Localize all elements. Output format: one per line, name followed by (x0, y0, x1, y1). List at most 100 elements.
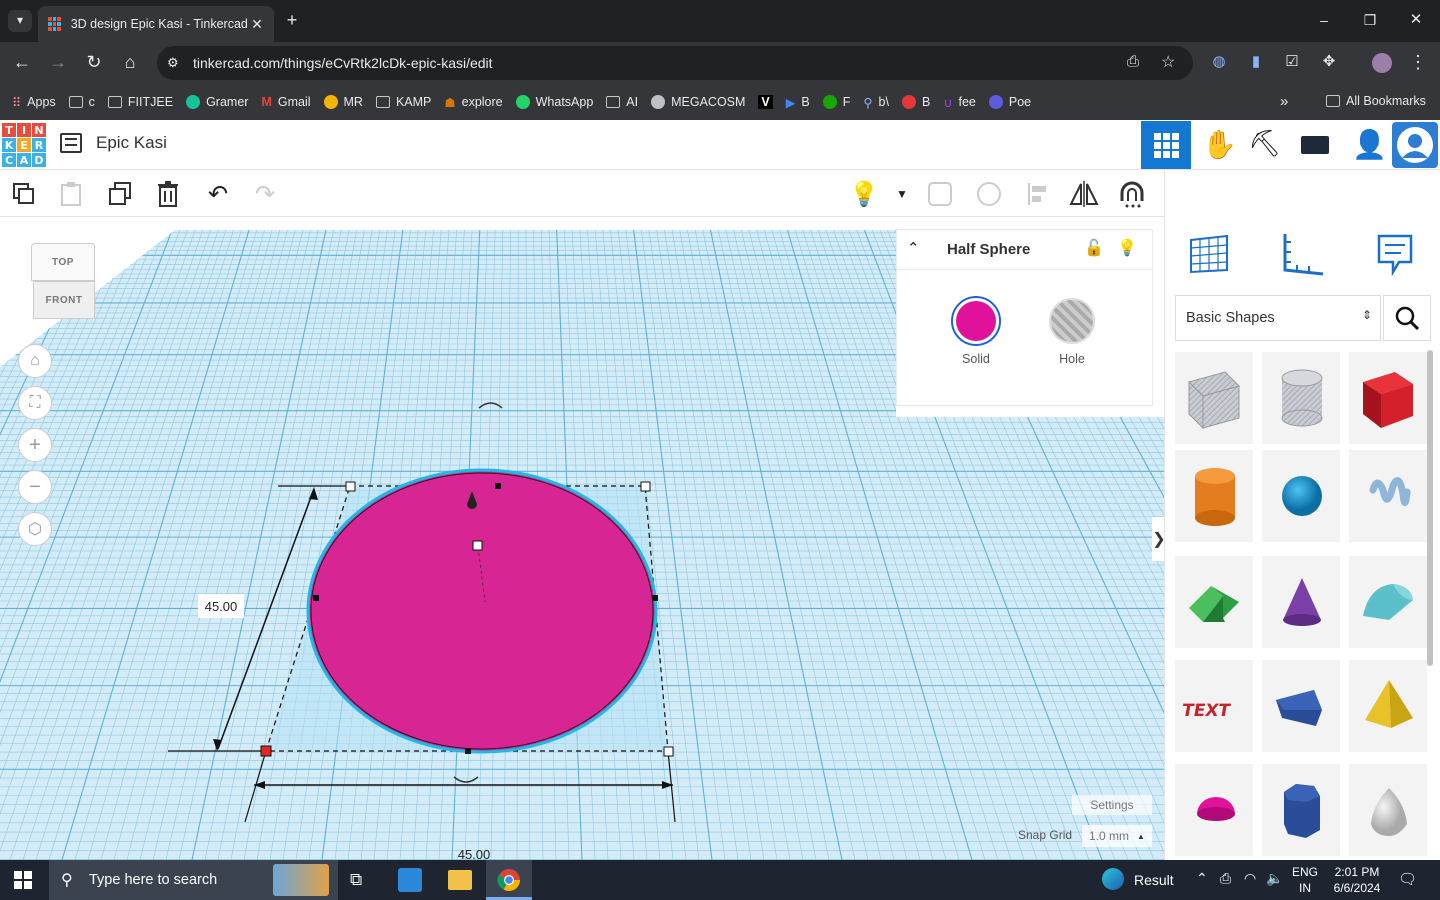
solid-color-button[interactable] (951, 296, 1001, 346)
bookmark-ai[interactable]: AI (606, 95, 638, 109)
shape-roof[interactable] (1175, 556, 1253, 648)
duplicate-button[interactable] (104, 178, 136, 210)
shape-round-roof[interactable] (1349, 556, 1427, 648)
shape-pyramid[interactable] (1349, 660, 1427, 752)
extension-docs-icon[interactable]: ▮ (1245, 52, 1267, 72)
half-sphere-shape[interactable] (306, 468, 658, 754)
corner-handle-front-right[interactable] (663, 746, 674, 757)
result-label[interactable]: Result (1134, 872, 1174, 888)
shape-box-hole[interactable] (1175, 352, 1253, 444)
shape-sphere[interactable] (1262, 450, 1340, 542)
codeblocks-icon[interactable]: ✋ (1202, 128, 1237, 161)
shape-cone[interactable] (1262, 556, 1340, 648)
view-cube[interactable]: TOP FRONT (31, 243, 95, 319)
design-list-icon[interactable] (60, 133, 82, 153)
ungroup-button[interactable] (973, 178, 1005, 210)
zoom-out-icon[interactable]: − (18, 470, 52, 504)
shape-cylinder-hole[interactable] (1262, 352, 1340, 444)
viewcube-front-face[interactable]: FRONT (33, 281, 95, 319)
extension-vpn-icon[interactable]: ◍ (1208, 52, 1230, 72)
shape-cylinder[interactable] (1175, 450, 1253, 542)
tab-close-icon[interactable]: ✕ (248, 16, 266, 33)
wifi-icon[interactable]: ◠ (1244, 870, 1256, 887)
fit-view-icon[interactable]: ⛶ (18, 386, 52, 420)
light-dropdown-icon[interactable]: ▼ (886, 178, 918, 210)
design-title[interactable]: Epic Kasi (96, 133, 167, 153)
group-button[interactable] (924, 178, 956, 210)
height-handle[interactable] (472, 540, 483, 551)
shape-search-button[interactable] (1383, 295, 1431, 341)
redo-icon[interactable]: ↷ (249, 178, 281, 210)
camera-icon[interactable]: ⎙ (1220, 870, 1231, 887)
lego-brick-icon[interactable] (1301, 136, 1329, 154)
shape-box[interactable] (1349, 352, 1427, 444)
bookmark-explore[interactable]: ☗ explore (444, 95, 502, 110)
reload-icon[interactable]: ↻ (84, 52, 104, 72)
edge-handle-left[interactable] (313, 595, 319, 601)
rotate-handle-bottom[interactable] (453, 776, 479, 783)
lock-icon[interactable]: 🔓 (1084, 238, 1104, 258)
bookmark-star-icon[interactable]: ☆ (1161, 52, 1175, 72)
home-view-icon[interactable]: ⌂ (18, 344, 52, 378)
close-window-button[interactable]: ✕ (1406, 10, 1426, 30)
grid-settings-button[interactable]: Settings (1072, 795, 1152, 815)
bookmark-gramer[interactable]: Gramer (186, 95, 248, 109)
address-bar[interactable]: ⚙ tinkercad.com/things/eCvRtk2lcDk-epic-… (157, 46, 1193, 80)
browser-tab[interactable]: 3D design Epic Kasi - Tinkercad ✕ (38, 6, 274, 42)
width-dimension-label[interactable]: 45.00 (452, 847, 496, 860)
file-explorer-icon[interactable] (448, 870, 472, 890)
shape-hexagonal-prism[interactable] (1262, 764, 1340, 856)
edge-handle-back[interactable] (495, 483, 501, 489)
bookmark-apps[interactable]: ⠿ Apps (12, 95, 56, 110)
clock[interactable]: 2:01 PM 6/6/2024 (1328, 864, 1386, 896)
pickaxe-icon[interactable]: ⛏ (1248, 128, 1281, 159)
depth-dimension-label[interactable]: 45.00 (198, 594, 244, 618)
bookmark-b[interactable]: ▶ B (786, 95, 810, 110)
bookmark-gmail[interactable]: M Gmail (261, 95, 310, 109)
tab-search-button[interactable]: ▾ (8, 10, 32, 32)
new-shape-button[interactable] (8, 178, 40, 210)
notifications-icon[interactable]: 🗨 (1398, 870, 1417, 888)
light-bulb-icon[interactable]: 💡 (848, 178, 880, 210)
corner-handle-back-left[interactable] (345, 481, 356, 492)
show-hidden-icons-chevron-icon[interactable]: ⌃ (1196, 870, 1208, 887)
bookmark-fiitjee[interactable]: FIITJEE (107, 95, 173, 109)
install-app-icon[interactable]: ⎙ (1127, 53, 1139, 70)
more-bookmarks-icon[interactable]: » (1280, 93, 1288, 110)
add-user-icon[interactable]: 👤 (1352, 128, 1387, 161)
mirror-button[interactable] (1068, 178, 1100, 210)
collapse-panel-icon[interactable]: ❯ (1152, 517, 1164, 561)
shape-text[interactable]: TEXT (1175, 660, 1253, 752)
weather-result-icon[interactable] (1102, 868, 1124, 890)
minimize-button[interactable]: – (1314, 10, 1334, 30)
scrollbar-thumb[interactable] (1427, 350, 1433, 666)
shape-polygon[interactable] (1262, 660, 1340, 752)
extensions-puzzle-icon[interactable]: ✥ (1318, 52, 1340, 72)
back-icon[interactable]: ← (12, 52, 32, 72)
3d-view-button[interactable] (1141, 121, 1191, 169)
extension-check-icon[interactable]: ☑ (1281, 52, 1303, 72)
volume-icon[interactable]: 🔈 (1266, 870, 1283, 887)
task-view-icon[interactable]: ⧉ (350, 870, 362, 890)
rotate-handle-top[interactable] (478, 402, 503, 409)
shape-scribble[interactable] (1349, 450, 1427, 542)
user-avatar[interactable] (1392, 122, 1438, 168)
perspective-icon[interactable]: ⬡ (18, 512, 52, 546)
visibility-bulb-icon[interactable]: 💡 (1117, 238, 1137, 258)
align-button[interactable] (1022, 178, 1054, 210)
zoom-in-icon[interactable]: + (18, 428, 52, 462)
edge-handle-front[interactable] (465, 748, 471, 754)
store-app-icon[interactable] (398, 868, 422, 892)
profile-avatar[interactable] (1372, 53, 1392, 73)
chrome-taskbar-button[interactable] (486, 860, 532, 900)
new-tab-button[interactable]: + (282, 10, 302, 30)
tinkercad-logo[interactable]: T I N K E R C A D (2, 123, 46, 167)
language-indicator[interactable]: ENG IN (1292, 864, 1318, 896)
shape-half-sphere[interactable] (1175, 764, 1253, 856)
taskbar-search[interactable]: ⚲ Type here to search (49, 860, 338, 900)
windows-start-icon[interactable] (14, 871, 32, 892)
bookmark-mr[interactable]: MR (323, 95, 363, 109)
chrome-menu-icon[interactable]: ⋮ (1408, 52, 1428, 72)
restore-button[interactable]: ❐ (1360, 10, 1380, 30)
site-info-icon[interactable]: ⚙ (167, 55, 179, 71)
